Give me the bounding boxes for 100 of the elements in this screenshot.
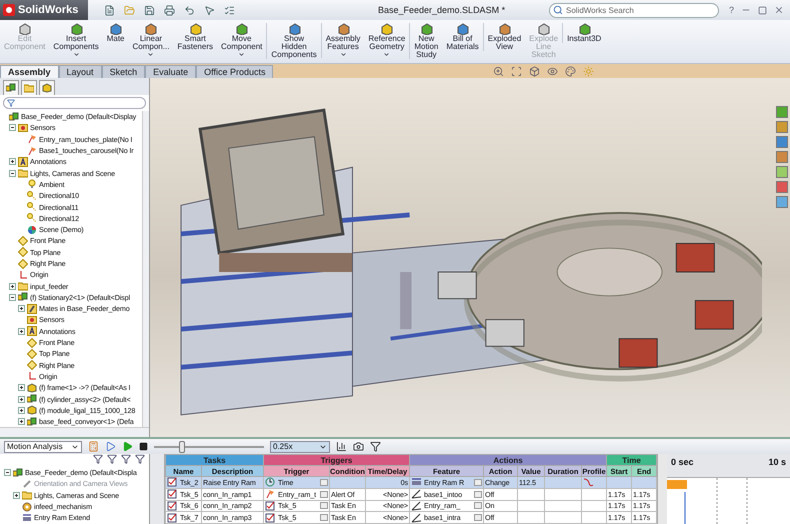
profile-curve-icon — [583, 477, 594, 488]
select-pointer-icon[interactable] — [204, 4, 215, 16]
help-button[interactable]: ? — [728, 5, 734, 15]
command-tab[interactable]: Office Products — [196, 65, 274, 78]
logo-icon — [3, 4, 15, 16]
zoom-area-icon[interactable] — [511, 66, 522, 76]
slider-thumb[interactable] — [178, 440, 184, 452]
expand-icon[interactable] — [9, 282, 16, 290]
play-icon[interactable] — [105, 441, 116, 452]
filter-icon[interactable] — [121, 454, 131, 464]
ribbon-button[interactable]: Instant3D — [562, 23, 606, 43]
ribbon-button[interactable]: Insert Components — [49, 23, 103, 58]
collapse-icon[interactable] — [9, 124, 16, 132]
ribbon-button[interactable]: New Motion Study — [409, 23, 442, 59]
tool-cube-icon — [578, 23, 591, 35]
filter-icon[interactable] — [135, 454, 145, 464]
collapse-icon[interactable] — [9, 294, 16, 301]
folder-icon — [18, 281, 28, 292]
stop-icon[interactable] — [139, 442, 148, 451]
view-cube-icon[interactable] — [529, 66, 540, 76]
playback-slider[interactable] — [154, 440, 264, 452]
flag-icon — [265, 489, 276, 500]
ellipsis-button[interactable] — [320, 502, 328, 510]
expand-icon[interactable] — [18, 384, 25, 392]
ribbon-button[interactable]: Show Hidden Components — [266, 23, 321, 59]
folder-icon — [18, 168, 28, 178]
ribbon-button[interactable]: Mate — [102, 23, 129, 43]
close-icon[interactable] — [774, 5, 784, 15]
command-tab[interactable]: Layout — [58, 65, 102, 78]
plane-icon — [27, 360, 37, 370]
task-icon — [167, 477, 178, 488]
study-type-dropdown[interactable]: Motion Analysis — [4, 440, 82, 452]
palette-icon[interactable] — [565, 66, 576, 76]
ellipsis-button[interactable] — [474, 490, 482, 498]
task-icon — [167, 489, 178, 500]
filter-icon[interactable] — [93, 454, 103, 464]
sensor-icon — [27, 314, 37, 325]
assembly-icon — [27, 416, 37, 427]
tool-cube-icon — [144, 23, 158, 35]
collapse-icon[interactable] — [9, 170, 16, 177]
dropdown-caret-icon — [72, 51, 80, 58]
expand-icon[interactable] — [9, 158, 16, 166]
motor-icon — [22, 512, 32, 523]
timeline-label: 10 s — [768, 457, 786, 469]
clock-icon — [265, 477, 276, 488]
table-cell — [518, 512, 544, 524]
search-field[interactable]: SolidWorks Search — [548, 2, 719, 18]
ellipsis-button[interactable] — [474, 502, 482, 510]
command-tab[interactable]: Evaluate — [145, 65, 196, 78]
new-document-icon[interactable] — [104, 4, 115, 16]
maximize-icon[interactable] — [758, 6, 767, 14]
scrollbar[interactable] — [0, 427, 149, 437]
ribbon-button[interactable]: Reference Geometry — [364, 23, 410, 58]
table-cell — [582, 512, 607, 524]
task-icon — [265, 512, 276, 523]
tool-cube-icon — [235, 23, 248, 35]
ribbon-button[interactable]: Move Component — [217, 23, 266, 58]
tool-cube-icon — [336, 23, 350, 35]
expand-icon[interactable] — [18, 305, 25, 312]
expand-icon[interactable] — [18, 328, 25, 335]
command-tab[interactable]: Assembly — [0, 65, 59, 78]
ellipsis-button[interactable] — [474, 514, 482, 522]
expand-icon[interactable] — [18, 406, 25, 414]
options-icon[interactable] — [224, 4, 235, 16]
speed-dropdown[interactable]: 0.25x — [270, 440, 330, 452]
configuration-tab[interactable] — [39, 80, 55, 95]
gear-icon — [22, 502, 32, 512]
ribbon-button[interactable]: Smart Fasteners — [173, 23, 217, 51]
results-icon[interactable] — [336, 441, 347, 452]
flag-icon — [27, 146, 37, 156]
expand-icon[interactable] — [13, 492, 20, 499]
scrollbar[interactable] — [142, 111, 149, 427]
command-tab[interactable]: Sketch — [102, 65, 146, 78]
undo-icon[interactable] — [184, 4, 195, 16]
annotation-icon — [18, 156, 28, 167]
ribbon-button[interactable]: Bill of Materials — [442, 23, 483, 51]
eye-icon[interactable] — [547, 66, 558, 76]
tool-cube-icon — [288, 23, 301, 35]
save-icon[interactable] — [144, 4, 155, 16]
table-cell — [582, 488, 607, 500]
print-icon[interactable] — [164, 4, 175, 16]
scrollbar[interactable] — [657, 454, 668, 524]
ellipsis-button[interactable] — [320, 514, 328, 522]
ribbon-button[interactable]: Assembly Features — [320, 23, 364, 58]
ribbon-button[interactable]: Exploded View — [482, 23, 526, 51]
expand-icon[interactable] — [18, 396, 25, 403]
filter-field[interactable] — [3, 97, 146, 109]
plane-icon — [18, 247, 28, 258]
property-tab[interactable] — [21, 80, 37, 95]
ellipsis-button[interactable] — [320, 490, 328, 498]
feature-tree-tab[interactable] — [3, 80, 19, 95]
collapse-icon[interactable] — [4, 469, 11, 476]
ribbon-button[interactable]: Linear Compon... — [128, 23, 174, 58]
row-header-strip — [150, 454, 165, 524]
filter-icon[interactable] — [370, 441, 381, 452]
filter-icon[interactable] — [107, 454, 117, 464]
expand-icon[interactable] — [18, 418, 25, 426]
zoom-icon[interactable] — [493, 66, 504, 76]
tool-cube-icon — [498, 23, 511, 35]
paperclip-icon — [27, 304, 37, 314]
